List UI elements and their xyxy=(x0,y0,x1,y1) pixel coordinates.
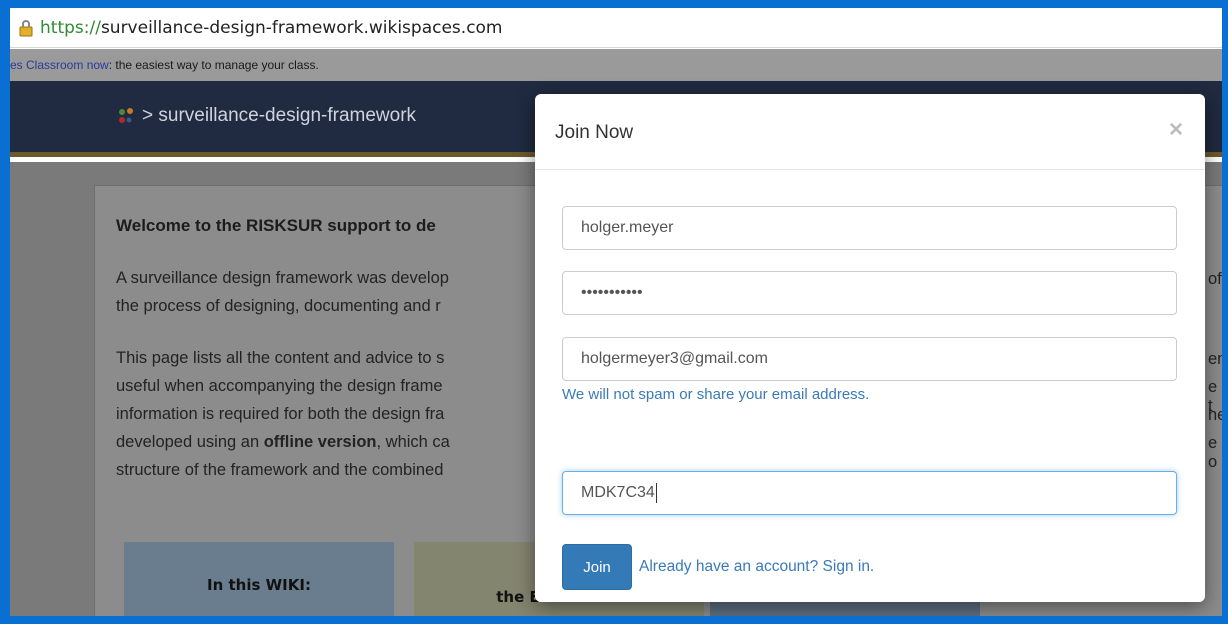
sign-in-link[interactable]: Already have an account? Sign in. xyxy=(639,558,874,576)
username-value: holger.meyer xyxy=(581,219,674,236)
paragraph-overflow: e o xyxy=(1208,434,1218,471)
paragraph-line: information is required for both the des… xyxy=(116,405,445,423)
text-cursor xyxy=(655,483,657,503)
email-value: holgermeyer3@gmail.com xyxy=(581,350,768,367)
captcha-field[interactable]: MDK7C34 xyxy=(562,471,1177,515)
offline-version-link[interactable]: offline version xyxy=(264,433,377,451)
paragraph-2: This page lists all the content and advi… xyxy=(116,344,450,484)
close-icon[interactable]: × xyxy=(1169,116,1183,144)
paragraph-line: the process of designing, documenting an… xyxy=(116,297,441,315)
paragraph-line: useful when accompanying the design fram… xyxy=(116,377,443,395)
wiki-box-label: In this WIKI: xyxy=(207,576,311,594)
email-help-text: We will not spam or share your email add… xyxy=(562,386,870,403)
paragraph-line: This page lists all the content and advi… xyxy=(116,349,445,367)
paragraph-1: A surveillance design framework was deve… xyxy=(116,264,449,320)
paragraph-text: , which ca xyxy=(376,433,450,451)
modal-header: Join Now × xyxy=(535,94,1205,170)
paragraph-overflow: en xyxy=(1208,350,1222,368)
captcha-value: MDK7C34 xyxy=(581,484,655,501)
username-field[interactable]: holger.meyer xyxy=(562,206,1177,250)
paragraph-line: structure of the framework and the combi… xyxy=(116,461,444,479)
password-field[interactable]: ••••••••••• xyxy=(562,271,1177,315)
notice-text: : the easiest way to manage your class. xyxy=(108,58,319,72)
url-host: surveillance-design-framework.wikispaces… xyxy=(100,17,503,38)
modal-title: Join Now xyxy=(555,122,634,143)
address-bar[interactable]: https:// surveillance-design-framework.w… xyxy=(10,8,1222,48)
notice-bar: es Classroom now : the easiest way to ma… xyxy=(10,49,1222,81)
page-heading: Welcome to the RISKSUR support to de xyxy=(116,216,436,235)
paragraph-text: developed using an xyxy=(116,433,264,451)
join-button[interactable]: Join xyxy=(562,544,632,590)
paragraph-overflow: he xyxy=(1208,406,1222,424)
wikispaces-logo-icon xyxy=(119,108,133,123)
brand[interactable]: > surveillance-design-framework xyxy=(116,105,416,127)
wiki-box[interactable]: In this WIKI: xyxy=(124,542,394,616)
paragraph-line: developed using an offline version, whic… xyxy=(116,428,450,456)
email-field[interactable]: holgermeyer3@gmail.com xyxy=(562,337,1177,381)
browser-window: https:// surveillance-design-framework.w… xyxy=(10,8,1222,616)
notice-link[interactable]: es Classroom now xyxy=(10,58,109,72)
brand-name: > surveillance-design-framework xyxy=(142,105,417,126)
paragraph-overflow: of xyxy=(1208,270,1222,288)
join-modal: Join Now × holger.meyer ••••••••••• holg… xyxy=(535,94,1205,602)
lock-icon xyxy=(19,19,33,36)
url-scheme: https:// xyxy=(40,17,101,38)
password-value: ••••••••••• xyxy=(581,284,643,301)
paragraph-line: A surveillance design framework was deve… xyxy=(116,269,449,287)
